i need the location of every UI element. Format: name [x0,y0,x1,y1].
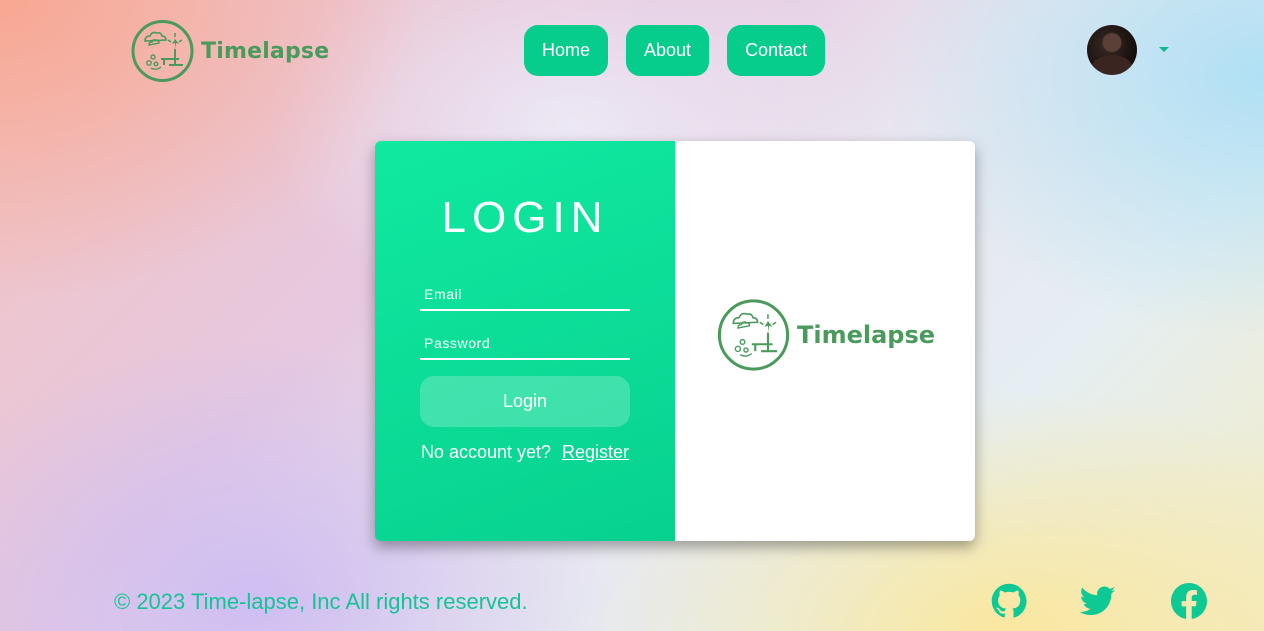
password-field[interactable] [420,333,630,360]
card-logo-text: Timelapse [797,321,936,349]
nav-contact-button[interactable]: Contact [727,25,826,76]
github-icon[interactable] [991,583,1027,624]
timelapse-logo-icon [131,20,194,82]
login-title: LOGIN [441,193,609,242]
register-row: No account yet? Register [375,442,675,463]
brand-panel: Timelapse [675,141,975,541]
nav-about-button[interactable]: About [626,25,710,76]
no-account-text: No account yet? [420,442,552,462]
email-field[interactable] [420,284,630,311]
login-card: LOGIN Login No account yet? Register [375,141,975,541]
main-nav: Home About Contact [524,25,826,76]
header-logo[interactable]: Timelapse [131,19,329,83]
user-avatar[interactable] [1087,25,1137,75]
register-link[interactable]: Register [562,442,629,462]
footer-copyright: © 2023 Time-lapse, Inc All rights reserv… [114,589,528,614]
login-button[interactable]: Login [420,376,630,427]
facebook-icon[interactable] [1171,583,1207,624]
card-logo: Timelapse [717,298,935,372]
twitter-icon[interactable] [1079,583,1116,624]
nav-home-button[interactable]: Home [524,25,609,76]
caret-down-icon[interactable] [1159,47,1169,52]
header-logo-text: Timelapse [201,38,330,64]
login-panel: LOGIN Login No account yet? Register [375,141,675,541]
timelapse-logo-icon [717,299,790,371]
